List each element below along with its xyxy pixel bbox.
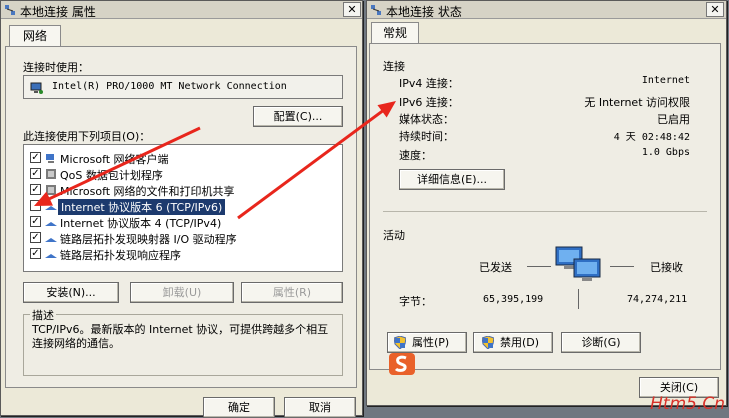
ipv4-value: Internet	[642, 75, 690, 86]
bytes-sent-value: 65,395,199	[483, 294, 543, 305]
connection-section-label: 连接	[383, 58, 405, 74]
properties-button[interactable]: 属性(R)	[241, 282, 343, 303]
connect-using-label: 连接时使用：	[23, 59, 89, 75]
adapter-field: Intel(R) PRO/1000 MT Network Connection	[23, 75, 343, 99]
protocol-icon	[45, 248, 57, 260]
disable-button[interactable]: 禁用(D)	[473, 332, 553, 353]
title-bar: 本地连接 属性 ✕	[1, 1, 362, 19]
uninstall-button[interactable]: 卸载(U)	[130, 282, 234, 303]
details-button[interactable]: 详细信息(E)...	[399, 169, 505, 190]
received-label: 已接收	[650, 259, 683, 275]
checkbox[interactable]	[30, 200, 41, 211]
adapter-name: Intel(R) PRO/1000 MT Network Connection	[52, 81, 287, 92]
cancel-button[interactable]: 取消	[284, 397, 356, 418]
service-icon	[45, 168, 57, 180]
description-text: TCP/IPv6。最新版本的 Internet 协议，可提供跨越多个相互连接网络…	[32, 323, 332, 351]
activity-section-label: 活动	[383, 227, 405, 243]
checkbox[interactable]: ✓	[30, 248, 41, 259]
received-line	[610, 266, 634, 267]
media-state-value: 已启用	[657, 111, 690, 127]
protocol-icon	[45, 200, 57, 212]
disable-label: 禁用(D)	[500, 333, 539, 352]
sent-label: 已发送	[479, 259, 512, 275]
components-list: ✓ Microsoft 网络客户端 ✓ QoS 数据包计划程序 ✓ Micros…	[23, 144, 343, 272]
status-properties-label: 属性(P)	[412, 333, 449, 352]
list-item[interactable]: ✓ QoS 数据包计划程序	[30, 166, 350, 182]
shield-icon	[394, 336, 406, 349]
window-title: 本地连接 属性	[20, 3, 96, 20]
local-connection-properties-window: 本地连接 属性 ✕ 网络 连接时使用： Intel(R) PRO/1000 MT…	[0, 0, 363, 416]
list-item[interactable]: ✓ Microsoft 网络客户端	[30, 150, 350, 166]
section-divider	[383, 211, 707, 212]
install-button[interactable]: 安装(N)...	[23, 282, 119, 303]
checkbox[interactable]: ✓	[30, 232, 41, 243]
items-label: 此连接使用下列项目(O)：	[23, 128, 150, 144]
window-title: 本地连接 状态	[386, 3, 462, 20]
diagnose-button[interactable]: 诊断(G)	[561, 332, 641, 353]
ipv4-key: IPv4 连接：	[399, 75, 459, 91]
speed-key: 速度：	[399, 147, 432, 163]
service-icon	[45, 184, 57, 196]
ipv6-value: 无 Internet 访问权限	[584, 94, 690, 110]
ok-button[interactable]: 确定	[203, 397, 275, 418]
status-properties-button[interactable]: 属性(P)	[387, 332, 467, 353]
tab-general[interactable]: 常规	[371, 22, 419, 44]
sent-line	[527, 266, 551, 267]
media-state-key: 媒体状态：	[399, 111, 454, 127]
configure-button[interactable]: 配置(C)...	[253, 106, 343, 127]
title-bar: 本地连接 状态 ✕	[367, 1, 726, 19]
checkbox[interactable]: ✓	[30, 152, 41, 163]
checkbox[interactable]: ✓	[30, 216, 41, 227]
list-item[interactable]: ✓ Microsoft 网络的文件和打印机共享	[30, 182, 350, 198]
list-item[interactable]: ✓ 链路层拓扑发现映射器 I/O 驱动程序	[30, 230, 350, 246]
shield-icon	[482, 336, 494, 349]
speed-value: 1.0 Gbps	[642, 147, 690, 158]
protocol-icon	[45, 216, 57, 228]
tab-network[interactable]: 网络	[9, 25, 61, 47]
checkbox[interactable]: ✓	[30, 168, 41, 179]
list-item[interactable]: ✓ Internet 协议版本 4 (TCP/IPv4)	[30, 214, 350, 230]
network-icon	[4, 4, 16, 16]
ipv6-key: IPv6 连接：	[399, 94, 459, 110]
list-item-selected[interactable]: Internet 协议版本 6 (TCP/IPv6)	[30, 198, 350, 214]
activity-center-line	[578, 289, 579, 309]
close-icon[interactable]: ✕	[343, 2, 361, 17]
checkbox[interactable]: ✓	[30, 184, 41, 195]
close-icon[interactable]: ✕	[706, 2, 724, 17]
description-label: 描述	[30, 307, 56, 323]
adapter-icon	[30, 81, 44, 95]
bytes-label: 字节：	[399, 293, 432, 309]
network-activity-icon	[554, 245, 604, 287]
sogou-ime-icon	[389, 353, 415, 375]
client-icon	[45, 152, 57, 164]
watermark: Htm5.Cn	[650, 394, 725, 414]
duration-value: 4 天 02:48:42	[614, 128, 690, 143]
local-connection-status-window: 本地连接 状态 ✕ 常规 连接 IPv4 连接： Internet IPv6 连…	[366, 0, 727, 406]
description-group: 描述 TCP/IPv6。最新版本的 Internet 协议，可提供跨越多个相互连…	[23, 314, 343, 376]
protocol-icon	[45, 232, 57, 244]
duration-key: 持续时间：	[399, 128, 454, 144]
network-icon	[370, 4, 382, 16]
tab-panel	[369, 43, 721, 370]
list-item[interactable]: ✓ 链路层拓扑发现响应程序	[30, 246, 350, 262]
bytes-received-value: 74,274,211	[627, 294, 687, 305]
